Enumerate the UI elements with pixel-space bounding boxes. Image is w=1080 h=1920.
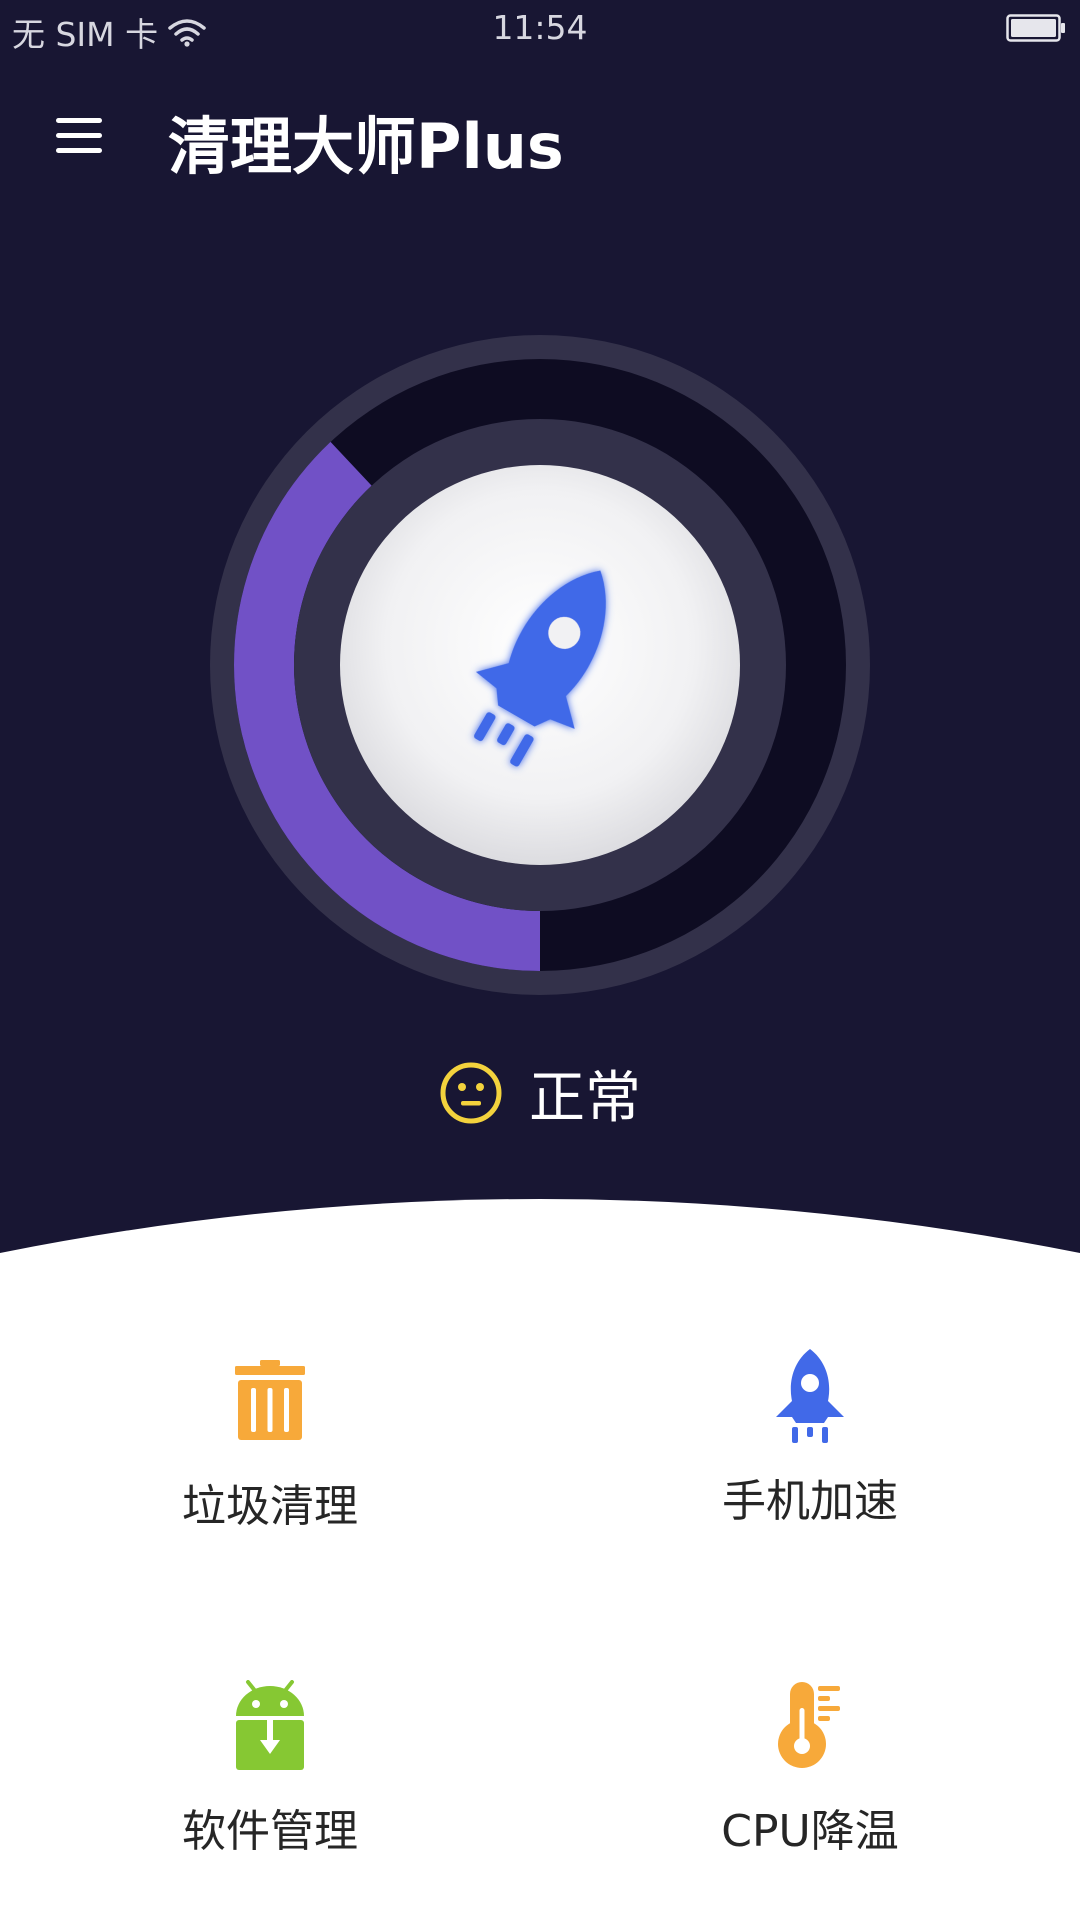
- android-icon: [236, 1680, 304, 1770]
- status-time: 11:54: [492, 8, 588, 47]
- junk-clean-tile[interactable]: 垃圾清理: [70, 1350, 470, 1570]
- rocket-icon: [776, 1349, 844, 1443]
- cpu-cooling-label: CPU降温: [721, 1806, 899, 1857]
- cpu-cooling-tile[interactable]: CPU降温: [610, 1675, 1010, 1895]
- battery-icon: [1006, 14, 1065, 42]
- menu-icon: [56, 118, 102, 153]
- app-manager-label: 软件管理: [182, 1806, 358, 1857]
- trash-icon: [235, 1360, 305, 1440]
- boost-button-face: [340, 465, 740, 865]
- phone-boost-tile[interactable]: 手机加速: [610, 1345, 1010, 1565]
- junk-clean-label: 垃圾清理: [182, 1481, 358, 1532]
- status-bar: 无 SIM 卡 11:54: [0, 0, 1080, 58]
- neutral-face-icon: [440, 1062, 502, 1124]
- phone-boost-label: 手机加速: [722, 1476, 898, 1527]
- app-manager-tile[interactable]: 软件管理: [70, 1675, 470, 1895]
- app-bar: 清理大师Plus: [0, 76, 1080, 196]
- status-label: 正常: [529, 1065, 641, 1131]
- app-title: 清理大师Plus: [168, 110, 564, 183]
- device-status: 正常: [0, 1055, 1080, 1131]
- thermometer-icon: [778, 1682, 840, 1768]
- menu-button[interactable]: [52, 112, 108, 160]
- boost-button[interactable]: [340, 465, 740, 865]
- main-screen: 无 SIM 卡 11:54 清理大师Plus 正常 垃圾清理 手机加速 软件管理…: [0, 0, 1080, 1920]
